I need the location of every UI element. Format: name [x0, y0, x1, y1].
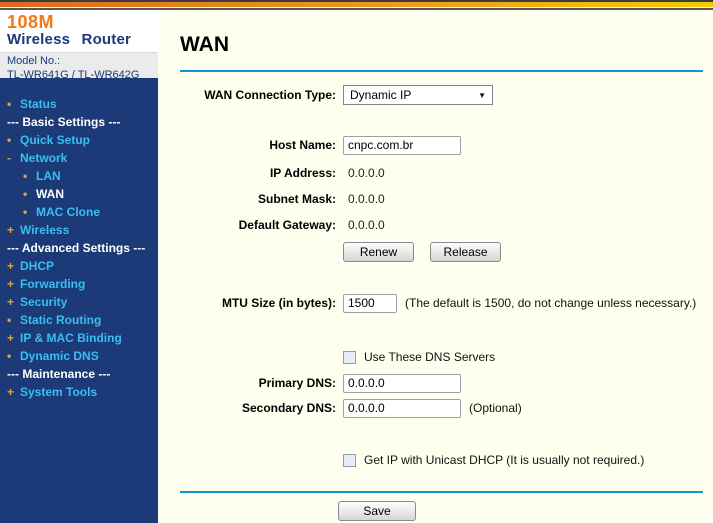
- sidebar-item-label: Static Routing: [20, 313, 102, 327]
- mtu-note: (The default is 1500, do not change unle…: [405, 296, 697, 310]
- ip-address-label: IP Address:: [269, 166, 336, 180]
- sidebar-item-forwarding[interactable]: + Forwarding: [0, 275, 158, 293]
- plus-icon: +: [7, 331, 15, 345]
- sidebar-section-label: --- Advanced Settings ---: [7, 241, 146, 255]
- page-title: WAN: [180, 33, 229, 56]
- subnet-mask-label: Subnet Mask:: [257, 192, 336, 206]
- primary-dns-label: Primary DNS:: [258, 376, 336, 390]
- mtu-row: MTU Size (in bytes): (The default is 150…: [158, 293, 713, 313]
- sidebar-section-label: --- Maintenance ---: [7, 367, 111, 381]
- plus-icon: +: [7, 295, 15, 309]
- sidebar-item-dynamic-dns[interactable]: • Dynamic DNS: [0, 347, 158, 365]
- bullet-icon: •: [7, 313, 12, 327]
- unicast-dhcp-row: Get IP with Unicast DHCP (It is usually …: [343, 452, 713, 468]
- sidebar-item-label: MAC Clone: [36, 205, 100, 219]
- bottom-divider: [180, 491, 703, 493]
- bullet-icon: •: [23, 169, 28, 183]
- sidebar-item-label: Security: [20, 295, 68, 309]
- wan-connection-type-value: Dynamic IP: [350, 88, 412, 102]
- sidebar-item-label: Dynamic DNS: [20, 349, 99, 363]
- brand-product: Wireless Router: [7, 31, 132, 48]
- subnet-mask-value: 0.0.0.0: [348, 192, 385, 206]
- bullet-icon: •: [7, 97, 12, 111]
- sidebar-item-lan[interactable]: • LAN: [0, 167, 158, 185]
- sidebar: • Status --- Basic Settings --- • Quick Se…: [0, 78, 158, 523]
- sidebar-item-label: Forwarding: [20, 277, 86, 291]
- host-name-label: Host Name:: [269, 138, 336, 152]
- plus-icon: +: [7, 259, 15, 273]
- subnet-mask-row: Subnet Mask: 0.0.0.0: [158, 189, 713, 209]
- unicast-dhcp-checkbox[interactable]: [343, 453, 356, 467]
- primary-dns-row: Primary DNS:: [158, 373, 713, 393]
- sidebar-item-label: LAN: [36, 169, 61, 183]
- secondary-dns-row: Secondary DNS: (Optional): [158, 398, 713, 418]
- unicast-dhcp-checkbox-label: Get IP with Unicast DHCP (It is usually …: [364, 453, 645, 467]
- use-dns-checkbox-label: Use These DNS Servers: [364, 350, 496, 364]
- sidebar-item-label: Wireless: [20, 223, 70, 237]
- bullet-icon: •: [7, 349, 12, 363]
- secondary-dns-input[interactable]: [343, 398, 461, 418]
- sidebar-section-maintenance: --- Maintenance ---: [0, 365, 158, 383]
- chevron-down-icon: ▼: [478, 90, 486, 100]
- sidebar-item-security[interactable]: + Security: [0, 293, 158, 311]
- sidebar-item-system-tools[interactable]: + System Tools: [0, 383, 158, 401]
- host-name-input[interactable]: [343, 135, 461, 155]
- save-button[interactable]: Save: [338, 501, 416, 521]
- plus-icon: +: [7, 385, 15, 399]
- bullet-icon: •: [7, 133, 12, 147]
- sidebar-item-static-routing[interactable]: • Static Routing: [0, 311, 158, 329]
- sidebar-item-label: WAN: [36, 187, 64, 201]
- secondary-dns-label: Secondary DNS:: [241, 401, 336, 415]
- ip-address-row: IP Address: 0.0.0.0: [158, 163, 713, 183]
- sidebar-section-basic-settings: --- Basic Settings ---: [0, 113, 158, 131]
- bullet-icon: •: [23, 205, 28, 219]
- sidebar-section-label: --- Basic Settings ---: [7, 115, 121, 129]
- minus-icon: -: [7, 151, 11, 165]
- brand-logo: 108M Wireless Router Model No.: TL-WR641…: [0, 10, 158, 83]
- release-button[interactable]: Release: [430, 242, 501, 262]
- secondary-dns-note: (Optional): [469, 401, 522, 415]
- sidebar-item-label: DHCP: [20, 259, 55, 273]
- default-gateway-value: 0.0.0.0: [348, 218, 385, 232]
- model-label: Model No.:: [7, 55, 61, 67]
- plus-icon: +: [7, 277, 15, 291]
- sidebar-item-label: Quick Setup: [20, 133, 91, 147]
- sidebar-item-label: Network: [20, 151, 68, 165]
- sidebar-section-advanced-settings: --- Advanced Settings ---: [0, 239, 158, 257]
- sidebar-item-dhcp[interactable]: + DHCP: [0, 257, 158, 275]
- renew-release-row: Renew Release: [158, 242, 713, 262]
- sidebar-item-ip-mac-binding[interactable]: + IP & MAC Binding: [0, 329, 158, 347]
- host-name-row: Host Name:: [158, 135, 713, 155]
- top-gradient-bar: [0, 0, 713, 10]
- sidebar-item-label: IP & MAC Binding: [20, 331, 122, 345]
- sidebar-item-wireless[interactable]: + Wireless: [0, 221, 158, 239]
- sidebar-item-mac-clone[interactable]: • MAC Clone: [0, 203, 158, 221]
- use-dns-row: Use These DNS Servers: [343, 349, 713, 365]
- sidebar-item-label: Status: [20, 97, 57, 111]
- sidebar-item-network[interactable]: - Network: [0, 149, 158, 167]
- top-divider: [180, 70, 703, 72]
- main-content: WAN WAN Connection Type: Dynamic IP ▼ Ho…: [158, 10, 713, 523]
- ip-address-value: 0.0.0.0: [348, 166, 385, 180]
- brand-speed: 108M: [7, 12, 55, 32]
- bullet-icon: •: [23, 187, 28, 201]
- wan-connection-type-label: WAN Connection Type:: [204, 88, 336, 102]
- use-dns-checkbox[interactable]: [343, 350, 356, 364]
- plus-icon: +: [7, 223, 15, 237]
- default-gateway-row: Default Gateway: 0.0.0.0: [158, 215, 713, 235]
- sidebar-item-label: System Tools: [20, 385, 98, 399]
- wan-connection-type-select[interactable]: Dynamic IP ▼: [343, 85, 493, 105]
- sidebar-item-wan[interactable]: • WAN: [0, 185, 158, 203]
- mtu-input[interactable]: [343, 293, 397, 313]
- primary-dns-input[interactable]: [343, 373, 461, 393]
- save-row: Save: [338, 501, 713, 521]
- sidebar-item-status[interactable]: • Status: [0, 95, 158, 113]
- wan-connection-type-row: WAN Connection Type: Dynamic IP ▼: [158, 85, 713, 105]
- renew-button[interactable]: Renew: [343, 242, 414, 262]
- sidebar-item-quick-setup[interactable]: • Quick Setup: [0, 131, 158, 149]
- default-gateway-label: Default Gateway:: [238, 218, 336, 232]
- mtu-label: MTU Size (in bytes):: [221, 296, 336, 310]
